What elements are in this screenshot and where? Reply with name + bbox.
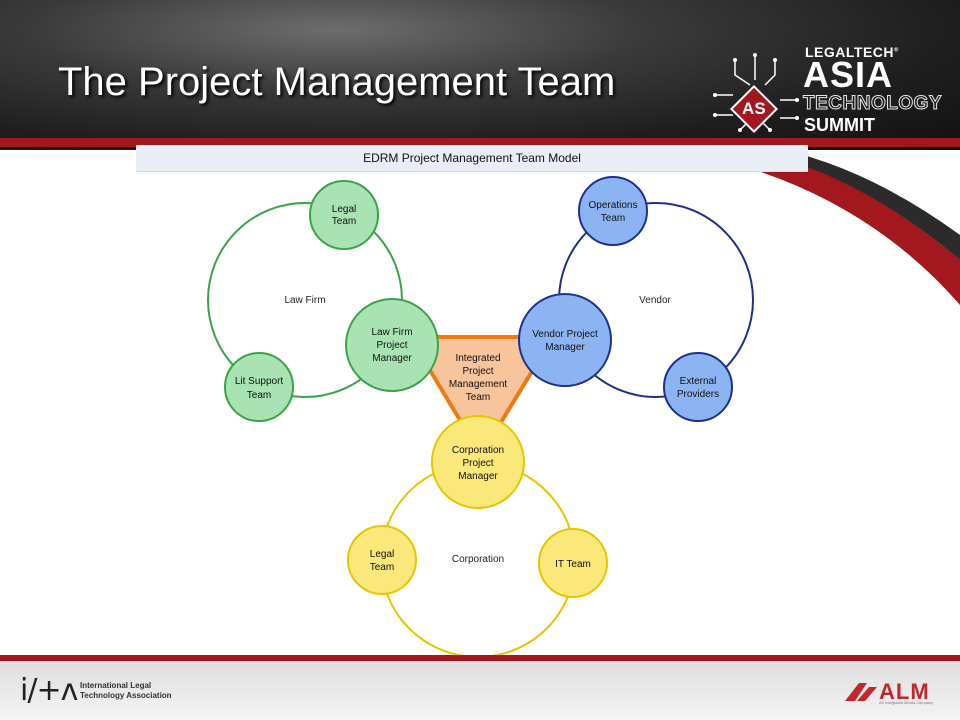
corp-legal-line2: Team xyxy=(370,562,394,573)
integrated-line3: Management xyxy=(449,379,508,390)
law-legal-team-node xyxy=(309,180,379,250)
corp-pm-line2: Project xyxy=(462,458,493,469)
law-firm-label: Law Firm xyxy=(284,295,325,306)
slide-title: The Project Management Team xyxy=(58,60,616,104)
asia-text: ASIA xyxy=(803,54,894,95)
law-lit-line1: Lit Support xyxy=(235,376,284,387)
vendor-pm-line1: Vendor Project xyxy=(532,329,598,340)
corp-it-line1: IT Team xyxy=(555,559,591,570)
vendor-label: Vendor xyxy=(639,295,671,306)
integrated-line2: Project xyxy=(462,366,493,377)
alm-tagline: An Integrated Media Company xyxy=(879,700,934,705)
ilta-line2: Technology Association xyxy=(80,691,172,700)
ilta-mark-icon: i/+ʌ xyxy=(20,673,78,708)
ilta-logo: i/+ʌ International Legal Technology Asso… xyxy=(20,673,172,708)
law-legal-line2: Team xyxy=(332,216,356,227)
technology-text: TECHNOLOGY xyxy=(802,93,943,115)
vendor-pm-node xyxy=(518,293,612,387)
corp-legal-line1: Legal xyxy=(370,549,394,560)
vendor-ops-line2: Team xyxy=(601,213,625,224)
alm-chevron-icon xyxy=(845,683,877,701)
integrated-line4: Team xyxy=(466,392,490,403)
law-legal-line1: Legal xyxy=(332,204,356,215)
legaltech-asia-logo: AS LEGALTECH® ASIA TECHNOLOGY SUMMIT xyxy=(705,40,943,135)
law-pm-line3: Manager xyxy=(372,353,412,364)
vendor-external-node xyxy=(663,352,733,422)
corp-legal-team-node xyxy=(347,525,417,595)
law-lit-support-node xyxy=(224,352,294,422)
as-badge-text: AS xyxy=(742,99,766,118)
team-model-diagram: Law Firm Vendor Corporation Legal Team L… xyxy=(207,176,754,658)
ilta-line1: International Legal xyxy=(80,681,152,690)
law-pm-line1: Law Firm xyxy=(371,327,412,338)
ilta-text: International Legal Technology Associati… xyxy=(80,681,172,701)
corp-pm-line1: Corporation xyxy=(452,445,504,456)
law-lit-line2: Team xyxy=(247,390,271,401)
corp-pm-line3: Manager xyxy=(458,471,498,482)
integrated-line1: Integrated xyxy=(455,353,500,364)
slide: The Project Management Team AS LEGALTECH… xyxy=(0,0,960,720)
alm-logo: ALM An Integrated Media Company xyxy=(845,679,933,706)
law-pm-line2: Project xyxy=(376,340,407,351)
vendor-pm-line2: Manager xyxy=(545,342,585,353)
vendor-ops-line1: Operations xyxy=(589,200,638,211)
vendor-ext-line2: Providers xyxy=(677,389,719,400)
corporation-label: Corporation xyxy=(452,554,504,565)
vendor-ext-line1: External xyxy=(680,376,717,387)
vendor-operations-node xyxy=(578,176,648,246)
summit-text: SUMMIT xyxy=(804,115,875,135)
